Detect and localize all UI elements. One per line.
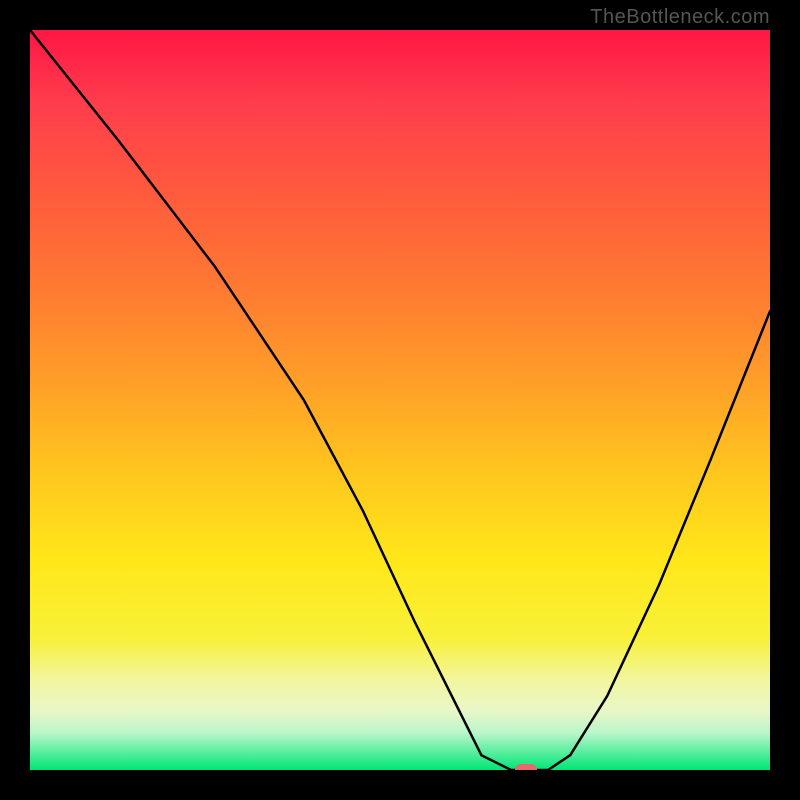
chart-frame: TheBottleneck.com	[0, 0, 800, 800]
plot-area	[30, 30, 770, 770]
watermark-text: TheBottleneck.com	[590, 6, 770, 29]
optimal-marker	[515, 764, 537, 770]
curve-svg	[30, 30, 770, 770]
bottleneck-curve	[30, 30, 770, 770]
